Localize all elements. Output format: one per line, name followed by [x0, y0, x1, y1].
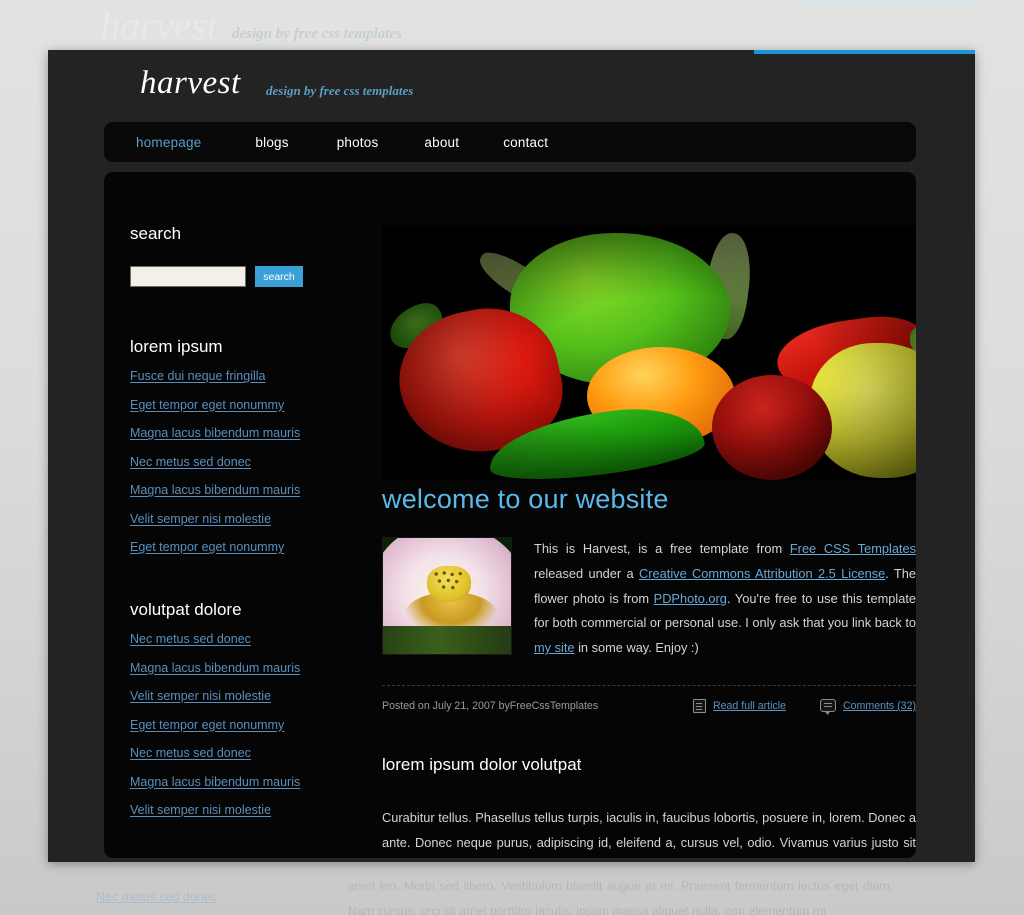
list-item: Velit semper nisi molestie	[130, 510, 356, 528]
read-more-group: Read full article	[692, 698, 786, 713]
comments-link[interactable]: Comments (32)	[843, 700, 916, 712]
sidebar-link[interactable]: Nec metus sed donec	[130, 746, 251, 760]
sidebar-block-heading: lorem ipsum	[130, 337, 223, 356]
list-item: Magna lacus bibendum mauris	[130, 481, 356, 499]
divider	[382, 684, 916, 686]
sidebar-link[interactable]: Eget tempor eget nonummy	[130, 398, 284, 412]
comments-group: Comments (32)	[820, 699, 916, 716]
flower-seed-dots-shape	[433, 570, 465, 590]
nav-item-about[interactable]: about	[424, 135, 459, 150]
nav-item-blogs[interactable]: blogs	[255, 135, 288, 150]
comment-bubble-icon	[820, 699, 836, 716]
sidebar-block-heading: volutpat dolore	[130, 600, 242, 619]
content-panel: search search lorem ipsum Fusce dui nequ…	[104, 172, 916, 858]
second-article-body: Curabitur tellus. Phasellus tellus turpi…	[382, 809, 916, 851]
sidebar-link[interactable]: Velit semper nisi molestie	[130, 803, 271, 817]
sidebar-link[interactable]: Nec metus sed donec	[130, 632, 251, 646]
second-article: lorem ipsum dolor volutpat Curabitur tel…	[382, 755, 916, 858]
sidebar-block-lorem-ipsum: lorem ipsum Fusce dui neque fringilla Eg…	[130, 337, 356, 556]
list-item: Nec metus sed donec	[130, 630, 356, 648]
sidebar-link[interactable]: Velit semper nisi molestie	[130, 689, 271, 703]
second-article-title: lorem ipsum dolor volutpat	[382, 754, 582, 774]
search-input[interactable]	[130, 266, 246, 287]
flower-leaf-shape	[383, 626, 511, 654]
main-column: welcome to our website This is Harvest, …	[382, 172, 916, 858]
list-item: Eget tempor eget nonummy	[130, 538, 356, 556]
banner-photo	[382, 225, 916, 480]
list-item: Magna lacus bibendum mauris	[130, 659, 356, 677]
list-item: Velit semper nisi molestie	[130, 801, 356, 819]
list-item: Eget tempor eget nonummy	[130, 716, 356, 734]
sidebar-link[interactable]: Nec metus sed donec	[130, 455, 251, 469]
license-link[interactable]: Creative Commons Attribution 2.5 License	[639, 566, 885, 581]
article-intro: This is Harvest, is a free template from…	[382, 537, 916, 661]
list-item: Nec metus sed donec	[130, 744, 356, 762]
site-header: harvest design by free css templates	[48, 50, 975, 118]
sidebar-link[interactable]: Velit semper nisi molestie	[130, 512, 271, 526]
read-full-article-link[interactable]: Read full article	[713, 700, 786, 712]
nav-item-photos[interactable]: photos	[337, 135, 379, 150]
ghost-header-overlay: harvest design by free css templates	[0, 0, 1024, 50]
article-thumbnail[interactable]	[382, 537, 512, 655]
site-logo[interactable]: harvest	[140, 65, 241, 102]
main-navigation: homepage blogs photos about contact	[104, 122, 916, 162]
article-meta: Posted on July 21, 2007 byFreeCssTemplat…	[382, 698, 916, 716]
pdphoto-link[interactable]: PDPhoto.org	[654, 591, 727, 606]
list-item: Magna lacus bibendum mauris	[130, 773, 356, 791]
list-item: Fusce dui neque fringilla	[130, 367, 356, 385]
sidebar-block-volutpat-dolore: volutpat dolore Nec metus sed donec Magn…	[130, 600, 356, 819]
ghost-footer-overlay: Nec metus sed donec amet leo. Morbi sed …	[0, 862, 1024, 915]
free-css-templates-link[interactable]: Free CSS Templates	[790, 541, 916, 556]
site-tagline: design by free css templates	[266, 83, 414, 98]
document-icon	[692, 698, 706, 713]
sidebar-link[interactable]: Eget tempor eget nonummy	[130, 718, 284, 732]
my-site-link[interactable]: my site	[534, 640, 575, 655]
list-item: Magna lacus bibendum mauris	[130, 424, 356, 442]
body-text: This is Harvest, is a free template from	[534, 541, 790, 556]
list-item: Nec metus sed donec	[130, 453, 356, 471]
page-title: welcome to our website	[382, 484, 669, 514]
nav-item-contact[interactable]: contact	[503, 135, 548, 150]
search-button[interactable]: search	[255, 266, 303, 287]
sidebar: search search lorem ipsum Fusce dui nequ…	[104, 172, 356, 858]
ghost-logo: harvest	[100, 3, 218, 48]
ghost-tagline: design by free css templates	[232, 26, 402, 42]
list-item: Velit semper nisi molestie	[130, 687, 356, 705]
posted-date: Posted on July 21, 2007 byFreeCssTemplat…	[382, 699, 599, 712]
list-item: Eget tempor eget nonummy	[130, 396, 356, 414]
body-text: released under a	[534, 565, 640, 581]
search-form: search	[130, 266, 356, 287]
site-window: harvest design by free css templates hom…	[48, 50, 975, 862]
vignette-overlay	[382, 225, 916, 480]
nav-item-homepage[interactable]: homepage	[136, 135, 201, 150]
sidebar-link[interactable]: Magna lacus bibendum mauris	[130, 775, 300, 789]
body-text: in some way. Enjoy :)	[574, 640, 699, 656]
sidebar-link[interactable]: Magna lacus bibendum mauris	[130, 426, 300, 440]
ghost-paragraph: amet leo. Morbi sed libero. Vestibulum b…	[348, 879, 893, 915]
search-heading: search	[130, 224, 182, 243]
sidebar-link[interactable]: Fusce dui neque fringilla	[130, 369, 266, 383]
ghost-sidebar-link: Nec metus sed donec	[96, 890, 217, 904]
article-body: This is Harvest, is a free template from…	[534, 537, 916, 661]
sidebar-link[interactable]: Magna lacus bibendum mauris	[130, 483, 300, 497]
sidebar-link[interactable]: Eget tempor eget nonummy	[130, 540, 284, 554]
ghost-accent-bar	[792, 0, 982, 3]
sidebar-link-list: Fusce dui neque fringilla Eget tempor eg…	[130, 367, 356, 556]
article-area: welcome to our website This is Harvest, …	[382, 484, 916, 858]
sidebar-link[interactable]: Magna lacus bibendum mauris	[130, 661, 300, 675]
sidebar-link-list: Nec metus sed donec Magna lacus bibendum…	[130, 630, 356, 819]
